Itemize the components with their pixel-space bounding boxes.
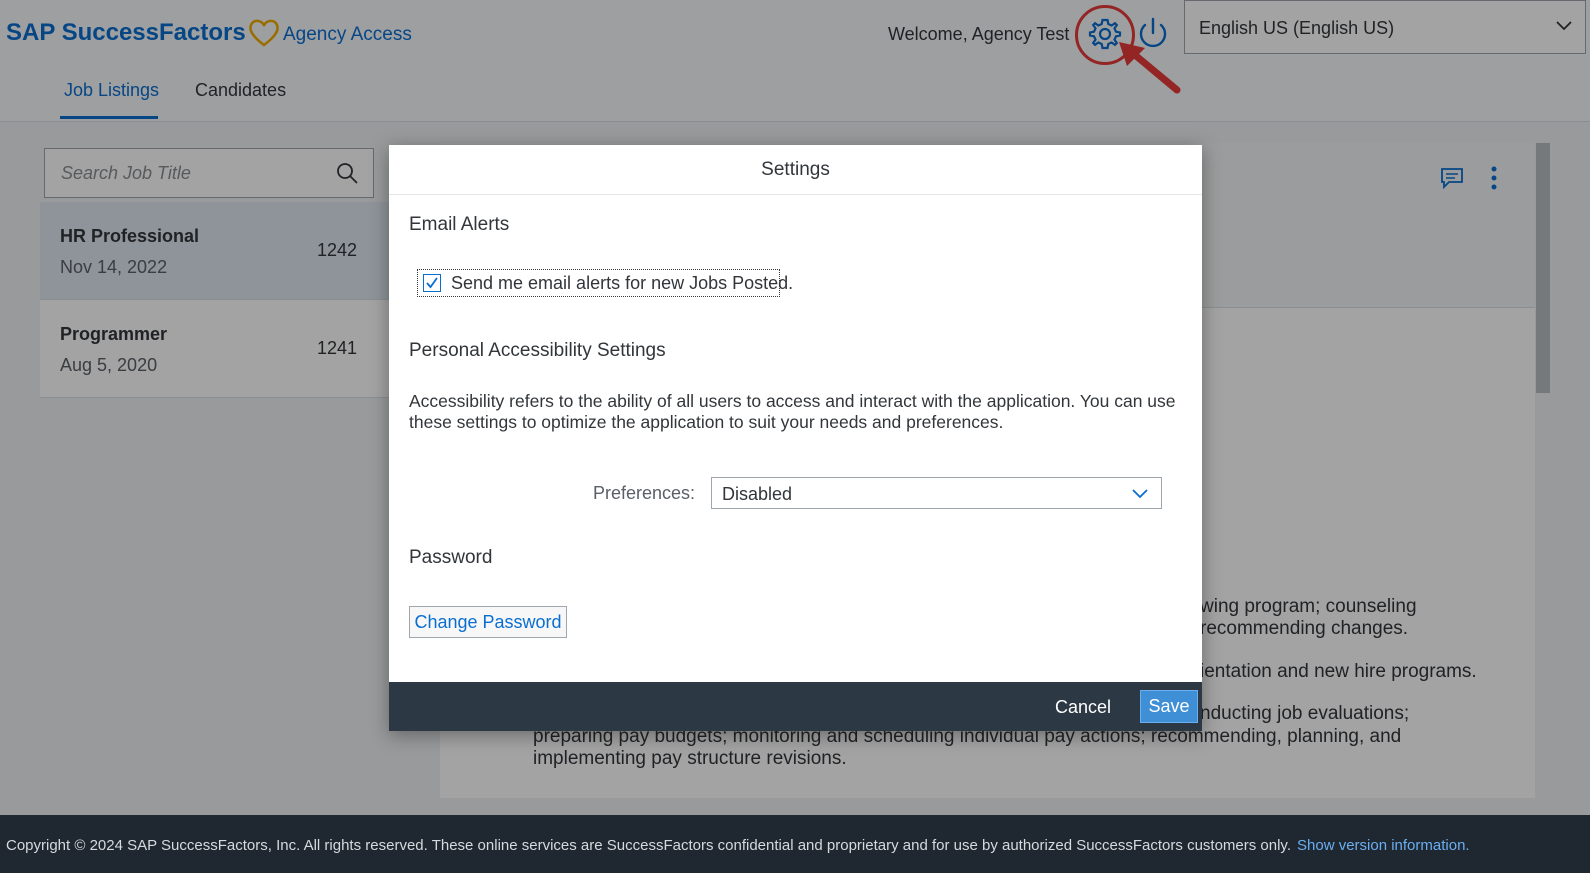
preferences-value: Disabled [722, 484, 793, 504]
copyright-text: Copyright © 2024 SAP SuccessFactors, Inc… [6, 837, 1291, 854]
footer-copyright: Copyright © 2024 SAP SuccessFactors, Inc… [6, 837, 1470, 854]
accessibility-description: Accessibility refers to the ability of a… [409, 391, 1176, 432]
password-heading: Password [409, 547, 493, 568]
chevron-down-icon [1132, 489, 1148, 499]
dialog-title: Settings [389, 145, 1202, 195]
email-alert-option[interactable]: Send me email alerts for new Jobs Posted… [417, 269, 793, 297]
settings-dialog: Settings Email Alerts Send me email aler… [389, 145, 1202, 731]
email-alert-label: Send me email alerts for new Jobs Posted… [451, 273, 794, 293]
accessibility-heading: Personal Accessibility Settings [409, 340, 666, 361]
email-alert-checkbox[interactable] [423, 274, 441, 292]
cancel-button[interactable]: Cancel [1055, 691, 1111, 723]
dialog-footer: Cancel Save [389, 682, 1202, 731]
change-password-button[interactable]: Change Password [409, 606, 567, 638]
preferences-select[interactable]: Disabled [711, 477, 1162, 509]
email-alerts-heading: Email Alerts [409, 214, 510, 235]
checkmark-icon [426, 277, 438, 289]
page-footer: Copyright © 2024 SAP SuccessFactors, Inc… [0, 815, 1590, 873]
save-button[interactable]: Save [1140, 690, 1198, 723]
preferences-label: Preferences: [593, 483, 696, 503]
version-link[interactable]: Show version information. [1297, 837, 1470, 854]
